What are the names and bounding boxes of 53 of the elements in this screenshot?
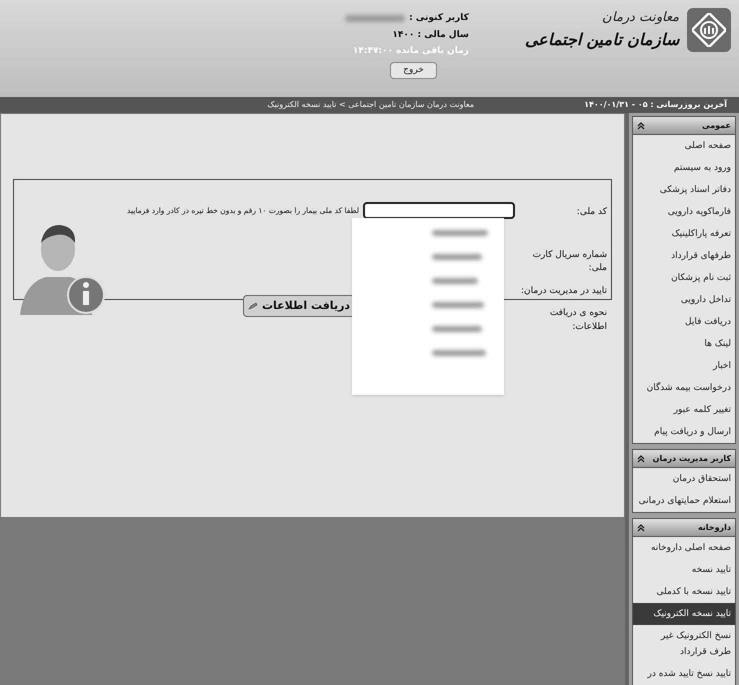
menu-item[interactable]: تغییر کلمه عبور xyxy=(633,399,735,421)
menu-item[interactable]: تایید نسخ تایید شده در xyxy=(633,663,735,685)
collapse-icon[interactable] xyxy=(637,524,645,532)
menu-item[interactable]: اخبار xyxy=(633,355,735,377)
blurred-suggestion[interactable] xyxy=(432,254,482,260)
collapse-icon[interactable] xyxy=(637,454,645,462)
pencil-icon xyxy=(248,302,258,310)
menu-item[interactable]: دفاتر اسناد پزشکی xyxy=(633,179,735,201)
section-header[interactable]: عمومی xyxy=(633,117,735,135)
menu-item[interactable]: فارماکوپه دارویی xyxy=(633,201,735,223)
last-update: آخرین بروزرسانی : ۰۵ - ۱۴۰۰/۰۱/۳۱ xyxy=(584,99,727,111)
menu-item[interactable]: تایید نسخه xyxy=(633,559,735,581)
menu-item[interactable]: دریافت فایل xyxy=(633,311,735,333)
logo-subtitle: سازمان تامین اجتماعی xyxy=(524,28,679,52)
menu-item[interactable]: ورود به سیستم xyxy=(633,157,735,179)
menu-item[interactable]: استحقاق درمان xyxy=(633,468,735,490)
menu-item[interactable]: استعلام حمایتهای درمانی xyxy=(633,490,735,512)
section-title: عمومی xyxy=(702,120,731,132)
menu-item[interactable]: صفحه اصلی داروخانه xyxy=(633,537,735,559)
current-user-label: کاربر کنونی : xyxy=(409,12,469,25)
blurred-suggestion[interactable] xyxy=(432,230,488,236)
menu-item[interactable]: طرفهای قرارداد xyxy=(633,245,735,267)
logo-icon xyxy=(687,8,731,52)
section-header[interactable]: داروخانه xyxy=(633,519,735,537)
menu-item[interactable]: ثبت نام پزشکان xyxy=(633,267,735,289)
section-title: داروخانه xyxy=(698,522,731,534)
blurred-suggestion[interactable] xyxy=(432,350,486,356)
menu-item[interactable]: ارسال و دریافت پیام xyxy=(633,421,735,443)
field-label: تایید در مدیریت درمان: xyxy=(520,284,607,298)
breadcrumb[interactable]: معاونت درمان سازمان تامین اجتماعی > تایید نسخه الکترونیک xyxy=(267,99,474,111)
blurred-suggestion[interactable] xyxy=(432,326,482,332)
menu-item[interactable]: تداخل دارویی xyxy=(633,289,735,311)
exit-button[interactable]: خروج xyxy=(390,62,437,79)
menu-item[interactable]: لینک ها xyxy=(633,333,735,355)
menu-item[interactable]: صفحه اصلی xyxy=(633,135,735,157)
get-info-button[interactable]: دریافت اطلاعات xyxy=(243,295,355,317)
menu-item[interactable]: نسخ الکترونیک غیر طرف قرارداد xyxy=(633,625,735,663)
logo-title: معاونت درمان xyxy=(600,9,679,28)
blurred-suggestion[interactable] xyxy=(432,278,478,284)
field-label: شماره سریال کارت ملی: xyxy=(532,248,607,275)
blurred-suggestion[interactable] xyxy=(432,302,484,308)
national-code-input[interactable] xyxy=(363,202,515,219)
section-title: کاربر مدیریت درمان xyxy=(652,452,731,464)
field-label: کد ملی: xyxy=(576,206,607,219)
section-header[interactable]: کاربر مدیریت درمان xyxy=(633,450,735,468)
field-label: نحوه ی دریافت اطلاعات: xyxy=(548,307,607,334)
menu-item[interactable]: تایید نسخه با کدملی xyxy=(633,581,735,603)
menu-item[interactable]: تایید نسخه الکترونیک xyxy=(633,603,735,625)
menu-item[interactable]: درخواست بیمه شدگان xyxy=(633,377,735,399)
collapse-icon[interactable] xyxy=(637,122,645,130)
menu-item[interactable]: تعرفه پاراکلینیک xyxy=(633,223,735,245)
blurred-username xyxy=(345,15,406,22)
fiscal-year: سال مالی : ۱۴۰۰ xyxy=(392,28,469,42)
